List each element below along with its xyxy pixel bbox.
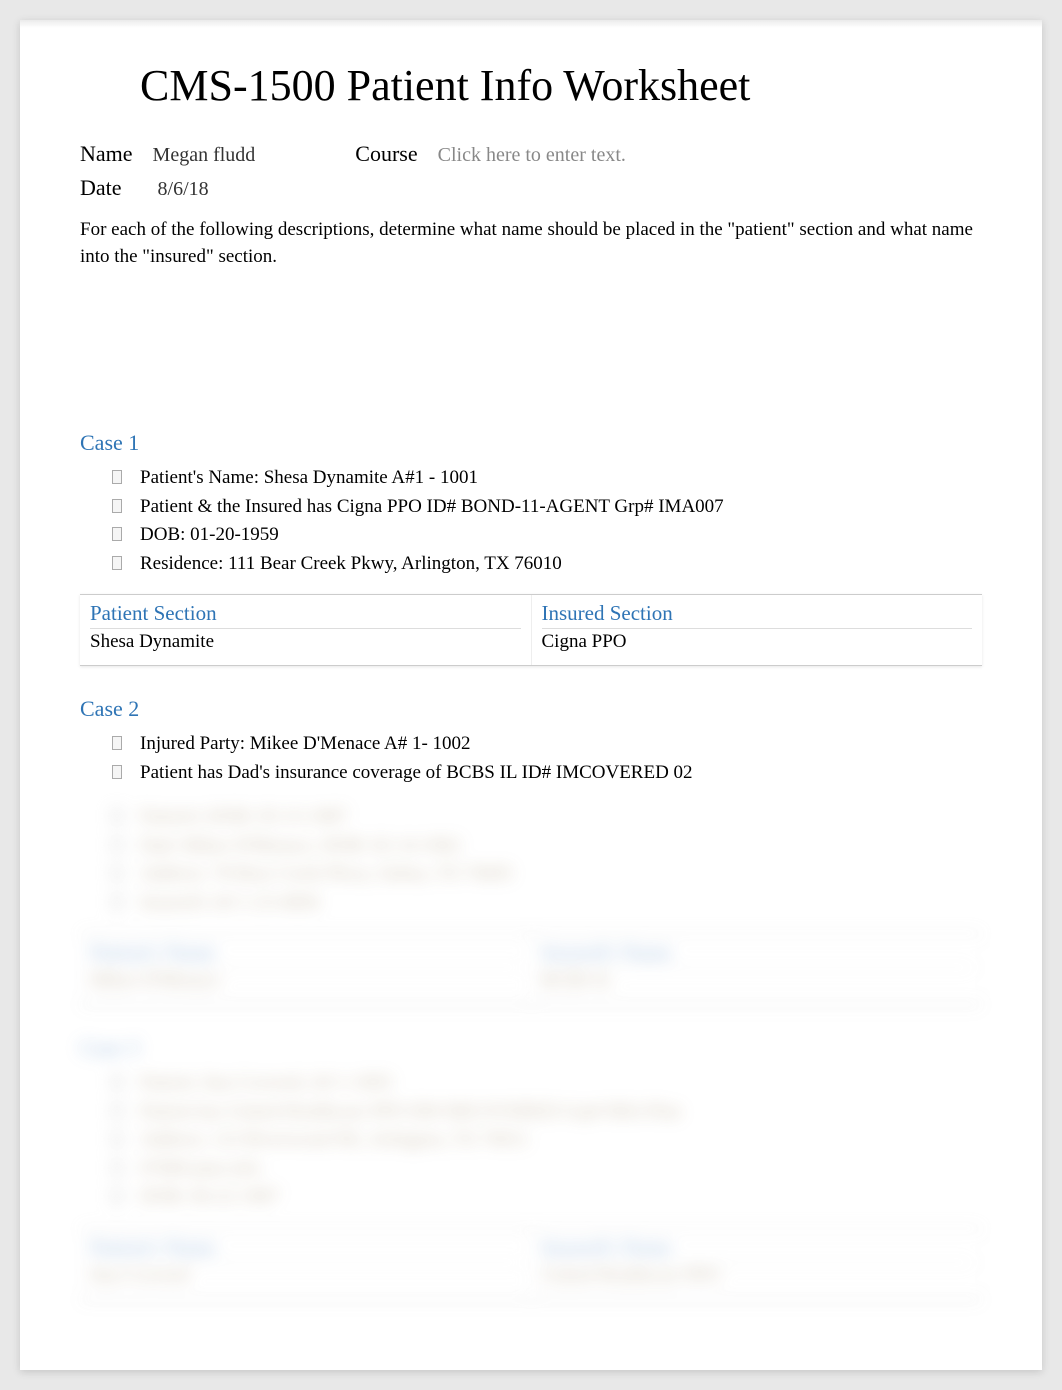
case-3: Case 3 Patient: Ima Covered, A# 1-1003 P… [80, 1035, 982, 1300]
insured-section-heading: Insured Section [542, 601, 973, 629]
course-label: Course [355, 141, 417, 167]
list-item: Address: 78 Bear Creek Pkwy, Salina, TX … [112, 860, 982, 889]
patient-section-value: Shesa Dynamite [90, 631, 521, 653]
insured-section-heading: Insured's Name [542, 1235, 973, 1263]
date-value: 8/6/18 [158, 178, 209, 201]
case-2-title: Case 2 [80, 696, 982, 722]
list-item: Address: 123 Riverwood NE, Arlington, TX… [112, 1126, 982, 1155]
list-item: Patient has United Healthcare PPO ID# IM… [112, 1098, 982, 1127]
date-label: Date [80, 175, 122, 201]
list-item: Patient has Dad's insurance coverage of … [112, 759, 982, 788]
patient-section-heading: Patient Section [90, 601, 521, 629]
list-item: Patient's DOB: 05-15-1987 [112, 803, 982, 832]
insured-section-value: BCBS IL [542, 970, 973, 992]
patient-section-heading: Patient's Name [90, 940, 521, 968]
name-label: Name [80, 141, 133, 167]
case-1-title: Case 1 [80, 430, 982, 456]
case-1-bullets: Patient's Name: Shesa Dynamite A#1 - 100… [80, 464, 982, 578]
insured-section-col: Insured's Name BCBS IL [532, 934, 983, 1004]
header-row-2: Date 8/6/18 [80, 175, 982, 201]
list-item: Patient: Ima Covered, A# 1-1003 [112, 1069, 982, 1098]
instructions-text: For each of the following descriptions, … [80, 217, 982, 270]
page-shadow [20, 20, 1042, 28]
case-1: Case 1 Patient's Name: Shesa Dynamite A#… [80, 430, 982, 666]
course-placeholder[interactable]: Click here to enter text. [438, 144, 626, 167]
list-item: #7689 plan info [112, 1155, 982, 1184]
list-item: DOB: 04-22-1987 [112, 1183, 982, 1212]
name-value: Megan fludd [153, 144, 256, 167]
list-item: Residence: 111 Bear Creek Pkwy, Arlingto… [112, 550, 982, 579]
list-item: DOB: 01-20-1959 [112, 521, 982, 550]
insured-section-col: Insured Section Cigna PPO [532, 595, 983, 665]
insured-section-value: United Healthcare PPO [542, 1265, 973, 1287]
patient-section-col: Patient's Name Ima Covered [80, 1229, 532, 1299]
insured-section-heading: Insured's Name [542, 940, 973, 968]
patient-section-col: Patient's Name Mikee D'Menace [80, 934, 532, 1004]
patient-section-col: Patient Section Shesa Dynamite [80, 595, 532, 665]
list-item: Injured Party: Mikee D'Menace A# 1- 1002 [112, 730, 982, 759]
insured-section-col: Insured's Name United Healthcare PPO [532, 1229, 983, 1299]
case-2-blurred: Patient's DOB: 05-15-1987 Dad: Mikee D'M… [80, 803, 982, 1005]
case-1-section-table: Patient Section Shesa Dynamite Insured S… [80, 594, 982, 666]
patient-section-value: Mikee D'Menace [90, 970, 521, 992]
patient-section-heading: Patient's Name [90, 1235, 521, 1263]
case-2-bullets: Injured Party: Mikee D'Menace A# 1- 1002… [80, 730, 982, 787]
case-3-bullets: Patient: Ima Covered, A# 1-1003 Patient … [80, 1069, 982, 1212]
document-page: CMS-1500 Patient Info Worksheet Name Meg… [20, 20, 1042, 1370]
case-2-section-table: Patient's Name Mikee D'Menace Insured's … [80, 933, 982, 1005]
list-item: Patient's Name: Shesa Dynamite A#1 - 100… [112, 464, 982, 493]
list-item: Insured's A# 1-23-4094 [112, 889, 982, 918]
list-item-text: Patient has Dad's insurance coverage of … [140, 762, 693, 783]
header-row-1: Name Megan fludd Course Click here to en… [80, 141, 982, 167]
list-item: Patient & the Insured has Cigna PPO ID# … [112, 493, 982, 522]
page-title: CMS-1500 Patient Info Worksheet [140, 60, 982, 111]
case-3-title: Case 3 [80, 1035, 982, 1061]
case-3-section-table: Patient's Name Ima Covered Insured's Nam… [80, 1228, 982, 1300]
spacing-gap [80, 270, 982, 410]
patient-section-value: Ima Covered [90, 1265, 521, 1287]
case-2-blurred-bullets: Patient's DOB: 05-15-1987 Dad: Mikee D'M… [80, 803, 982, 917]
insured-section-value: Cigna PPO [542, 631, 973, 653]
list-item: Dad: Mikee D'Menace, DOB: 02-14-1962 [112, 832, 982, 861]
case-2: Case 2 Injured Party: Mikee D'Menace A# … [80, 696, 982, 1005]
